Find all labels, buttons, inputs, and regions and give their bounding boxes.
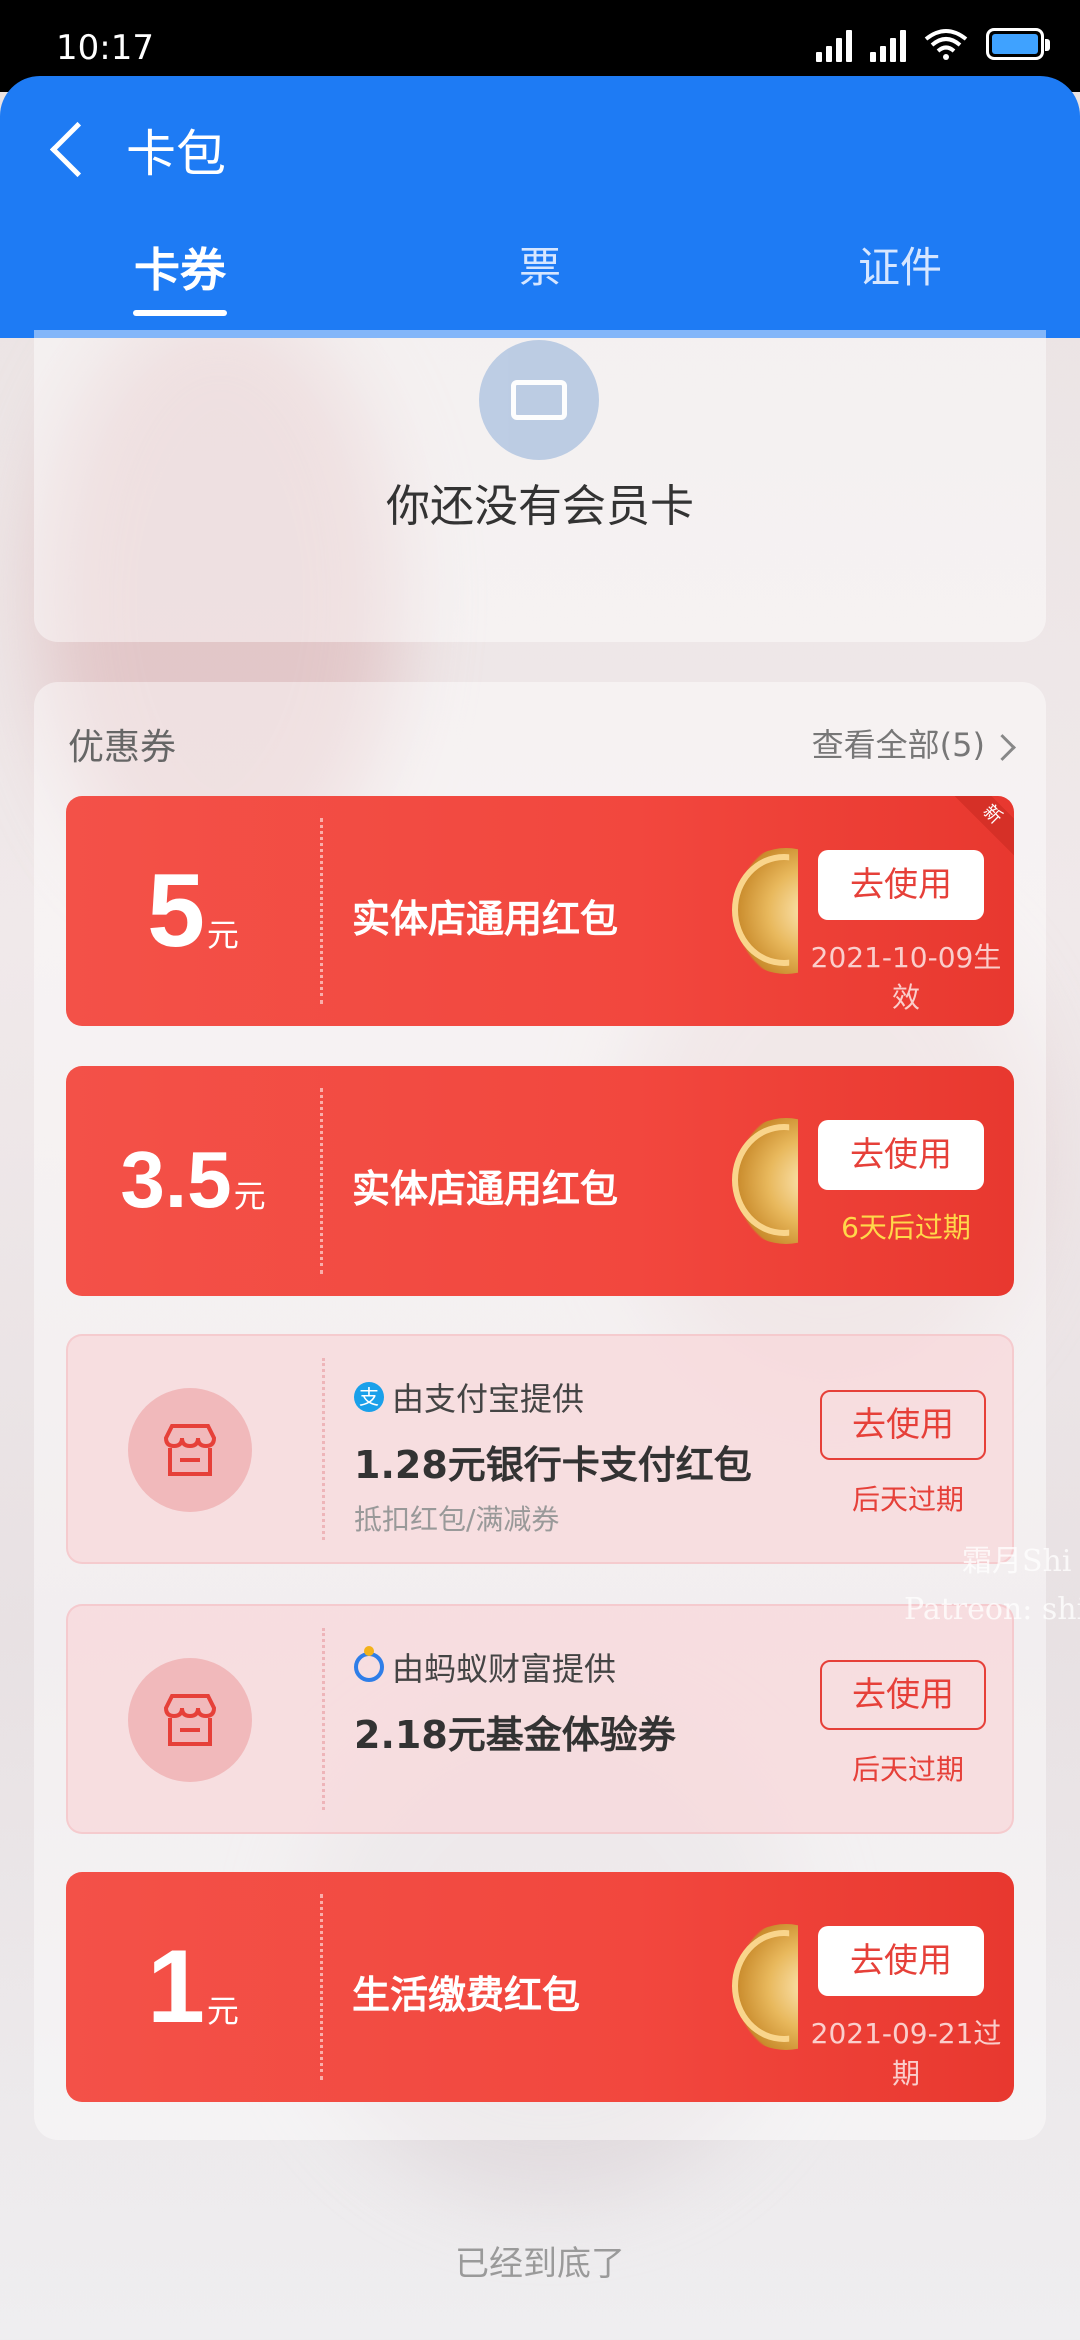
use-button[interactable]: 去使用 xyxy=(820,1390,986,1460)
shop-icon-circle xyxy=(128,1388,252,1512)
coupon-amount: 1元 xyxy=(66,1928,320,2047)
coupon-amount: 3.5元 xyxy=(66,1134,320,1226)
coupon-desc: 抵扣红包/满减券 xyxy=(354,1503,560,1536)
member-empty-text: 你还没有会员卡 xyxy=(386,481,694,532)
coupon-status: 6天后过期 xyxy=(841,1211,971,1244)
card-icon xyxy=(479,340,599,460)
coupon-status: 后天过期 xyxy=(851,1753,964,1786)
coupons-section: 优惠券 查看全部(5) 新 5元 实体店通用红包 去使用 2021-10-09生… xyxy=(34,682,1046,2140)
tab-tickets[interactable]: 票 xyxy=(450,234,630,295)
chevron-right-icon xyxy=(989,733,1016,761)
tab-ids[interactable]: 证件 xyxy=(810,234,990,295)
coupon-divider xyxy=(322,1358,325,1540)
signal-icon xyxy=(870,26,906,62)
provider: 支 由支付宝提供 xyxy=(354,1374,584,1420)
wifi-icon xyxy=(924,29,968,60)
view-all-link[interactable]: 查看全部(5) xyxy=(811,720,1016,766)
coupon-item[interactable]: 1元 生活缴费红包 去使用 2021-09-21过期 xyxy=(66,1872,1014,2102)
member-card-section: 你还没有会员卡 xyxy=(34,330,1046,642)
coupon-divider xyxy=(320,1894,323,2080)
coupon-title: 生活缴费红包 xyxy=(352,1973,581,2017)
coupon-title: 2.18元基金体验券 xyxy=(354,1713,676,1757)
tab-cards[interactable]: 卡券 xyxy=(90,234,270,300)
coupon-divider xyxy=(322,1628,325,1810)
coupon-status: 后天过期 xyxy=(851,1483,964,1516)
ant-fortune-icon xyxy=(354,1646,384,1682)
coupon-title: 实体店通用红包 xyxy=(352,897,619,941)
coupon-divider xyxy=(320,1088,323,1274)
battery-icon xyxy=(986,28,1050,60)
coupon-title: 1.28元银行卡支付红包 xyxy=(354,1443,752,1487)
page-title: 卡包 xyxy=(126,125,226,183)
tab-bar: 卡券 票 证件 xyxy=(0,234,1080,334)
tab-underline xyxy=(133,310,227,316)
coupon-item[interactable]: 支 由支付宝提供 1.28元银行卡支付红包 抵扣红包/满减券 去使用 后天过期 xyxy=(66,1334,1014,1564)
provider-label: 由支付宝提供 xyxy=(392,1380,585,1418)
watermark: Patreon: shi xyxy=(904,1592,1080,1627)
back-icon[interactable] xyxy=(46,118,90,178)
end-of-list-text: 已经到底了 xyxy=(455,2244,625,2284)
shop-icon xyxy=(163,1424,217,1476)
use-button[interactable]: 去使用 xyxy=(818,1926,984,1996)
signal-icon xyxy=(816,26,852,62)
shop-icon-circle xyxy=(128,1658,252,1782)
status-time: 10:17 xyxy=(56,28,154,68)
status-icons xyxy=(816,26,1050,62)
amount-value: 5 xyxy=(147,853,205,969)
use-button[interactable]: 去使用 xyxy=(818,1120,984,1190)
amount-unit: 元 xyxy=(206,916,239,954)
watermark: 霜月Shi xyxy=(962,1544,1072,1579)
provider-label: 由蚂蚁财富提供 xyxy=(392,1650,617,1688)
use-button[interactable]: 去使用 xyxy=(818,850,984,920)
header: 卡包 卡券 票 证件 xyxy=(0,76,1080,338)
amount-unit: 元 xyxy=(233,1177,266,1215)
coupon-divider xyxy=(320,818,323,1004)
alipay-icon: 支 xyxy=(354,1382,384,1412)
coupon-item[interactable]: 3.5元 实体店通用红包 去使用 6天后过期 xyxy=(66,1066,1014,1296)
coupon-item[interactable]: 由蚂蚁财富提供 2.18元基金体验券 去使用 后天过期 xyxy=(66,1604,1014,1834)
amount-value: 1 xyxy=(147,1929,205,2045)
coupon-status: 2021-09-21过期 xyxy=(810,2017,1002,2090)
amount-unit: 元 xyxy=(206,1992,239,2030)
shop-icon xyxy=(163,1694,217,1746)
provider: 由蚂蚁财富提供 xyxy=(354,1644,616,1690)
coupon-amount: 5元 xyxy=(66,852,320,971)
view-all-label: 查看全部(5) xyxy=(811,726,985,764)
use-button[interactable]: 去使用 xyxy=(820,1660,986,1730)
coupon-title: 实体店通用红包 xyxy=(352,1167,619,1211)
coupon-item[interactable]: 新 5元 实体店通用红包 去使用 2021-10-09生效 xyxy=(66,796,1014,1026)
coupon-status: 2021-10-09生效 xyxy=(810,941,1002,1014)
section-title: 优惠券 xyxy=(68,727,177,768)
amount-value: 3.5 xyxy=(120,1135,232,1224)
